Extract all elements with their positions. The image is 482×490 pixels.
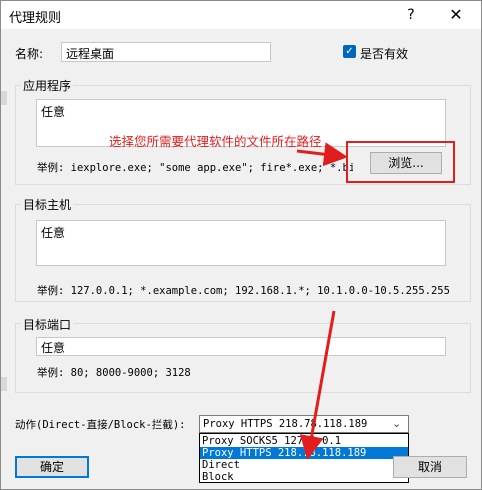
arrow-to-dropdown (299, 310, 336, 460)
annotation-arrows (296, 142, 348, 460)
arrow-to-browse (296, 142, 348, 167)
proxy-rule-dialog: 代理规则 ? ✕ 名称: 远程桌面 ✓ 是否有效 应用程序 任意 举例: iex… (0, 0, 482, 490)
